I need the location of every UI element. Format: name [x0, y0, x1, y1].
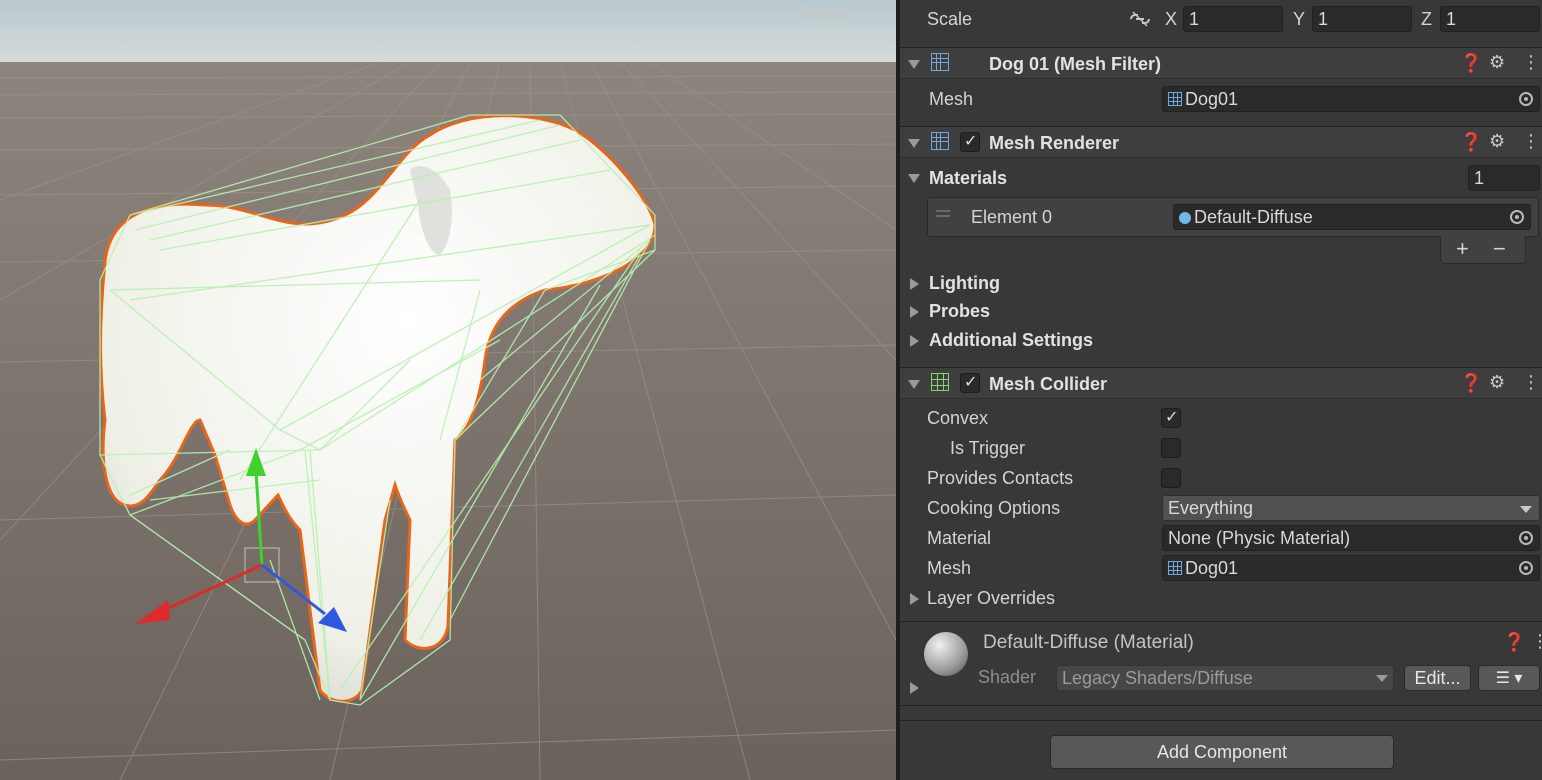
additional-settings-section[interactable]: Additional Settings: [929, 330, 1093, 351]
mesh-collider-foldout[interactable]: [908, 380, 920, 389]
mesh-collider-icon: [931, 373, 952, 395]
material-icon: [1179, 212, 1191, 224]
probes-section[interactable]: Probes: [929, 301, 990, 322]
checkmark-icon: ✓: [1165, 409, 1179, 426]
material-foldout[interactable]: [910, 682, 919, 694]
add-component-button[interactable]: Add Component: [1050, 735, 1394, 769]
scale-z-field[interactable]: 1: [1440, 6, 1540, 32]
cooking-options-dropdown[interactable]: Everything: [1162, 495, 1540, 521]
drag-handle-icon[interactable]: [936, 210, 950, 212]
mesh-collider-enabled-checkbox[interactable]: ✓: [960, 373, 980, 393]
mesh-icon: [1168, 92, 1182, 106]
lighting-section[interactable]: Lighting: [929, 273, 1000, 294]
list-buttons: + −: [1440, 236, 1526, 264]
scale-label: Scale: [927, 9, 973, 29]
edit-shader-button[interactable]: Edit...: [1404, 665, 1471, 691]
list-icon: ☰ ▾: [1495, 670, 1523, 687]
mesh-filter-foldout[interactable]: [908, 60, 920, 69]
section-divider: [900, 720, 1542, 721]
shader-options-button[interactable]: ☰ ▾: [1478, 665, 1540, 691]
mesh-filter-icon: [931, 53, 952, 75]
object-picker-icon[interactable]: [1519, 561, 1533, 575]
is-trigger-label: Is Trigger: [950, 438, 1026, 458]
presets-icon[interactable]: ⚙: [1489, 372, 1505, 393]
element-material-field[interactable]: Default-Diffuse: [1173, 204, 1531, 230]
layer-overrides-section[interactable]: Layer Overrides: [927, 588, 1055, 609]
scale-y-field[interactable]: 1: [1312, 6, 1412, 32]
mesh-filter-mesh-field[interactable]: Dog01: [1162, 86, 1540, 112]
help-icon[interactable]: ❓: [1460, 373, 1482, 394]
layer-overrides-foldout[interactable]: [910, 593, 919, 605]
shader-value: Legacy Shaders/Diffuse: [1062, 668, 1253, 688]
object-picker-icon[interactable]: [1510, 210, 1524, 224]
mesh-collider-header[interactable]: ✓ Mesh Collider ❓ ⚙ ⋮: [900, 367, 1542, 399]
convex-checkbox[interactable]: ✓: [1161, 408, 1181, 428]
mesh-collider-title: Mesh Collider: [989, 374, 1108, 394]
more-menu-icon[interactable]: ⋮: [1522, 372, 1540, 393]
mesh-filter-header[interactable]: Dog 01 (Mesh Filter) ❓ ⚙ ⋮: [900, 47, 1542, 79]
element-material-value: Default-Diffuse: [1194, 207, 1313, 227]
material-title: Default-Diffuse (Material): [983, 632, 1194, 653]
remove-element-button[interactable]: −: [1493, 236, 1506, 262]
unlink-icon[interactable]: [1129, 11, 1151, 27]
scale-x-field[interactable]: 1: [1183, 6, 1283, 32]
mesh-filter-title: Dog 01 (Mesh Filter): [989, 54, 1162, 74]
section-divider: [900, 621, 1542, 622]
material-label: Material: [927, 528, 992, 548]
object-picker-icon[interactable]: [1519, 92, 1533, 106]
provides-contacts-checkbox[interactable]: [1161, 468, 1181, 488]
materials-foldout[interactable]: [908, 174, 920, 183]
object-picker-icon[interactable]: [1519, 531, 1533, 545]
scale-x-label[interactable]: X: [1165, 9, 1177, 30]
material-preview-sphere: [924, 632, 968, 676]
camera-mode-label[interactable]: Persp: [800, 3, 844, 23]
materials-list: Element 0 Default-Diffuse: [927, 197, 1539, 237]
presets-icon[interactable]: ⚙: [1489, 52, 1505, 73]
lighting-foldout[interactable]: [910, 278, 919, 290]
materials-label[interactable]: Materials: [929, 168, 1007, 189]
more-menu-icon[interactable]: ⋮: [1531, 631, 1542, 652]
more-menu-icon[interactable]: ⋮: [1522, 52, 1540, 73]
mesh-renderer-header[interactable]: ✓ Mesh Renderer ❓ ⚙ ⋮: [900, 126, 1542, 158]
materials-count-field[interactable]: 1: [1468, 165, 1540, 191]
additional-settings-foldout[interactable]: [910, 335, 919, 347]
mesh-filter-mesh-value: Dog01: [1185, 89, 1239, 109]
cooking-options-value: Everything: [1168, 498, 1254, 518]
help-icon[interactable]: ❓: [1460, 132, 1482, 153]
dropdown-arrow-icon: [1376, 675, 1388, 682]
element-label: Element 0: [971, 207, 1053, 227]
mesh-icon: [1168, 561, 1182, 575]
inspector-panel: Scale X 1 Y 1 Z 1 Dog 01 (Mesh Filter) ❓…: [900, 0, 1542, 780]
mesh-renderer-title: Mesh Renderer: [989, 133, 1120, 153]
provides-contacts-label: Provides Contacts: [927, 468, 1074, 488]
dropdown-arrow-icon: [1520, 506, 1532, 513]
scene-canvas[interactable]: [0, 0, 896, 780]
more-menu-icon[interactable]: ⋮: [1522, 131, 1540, 152]
add-element-button[interactable]: +: [1456, 236, 1469, 262]
scale-z-label[interactable]: Z: [1421, 9, 1432, 30]
mesh-renderer-icon: [931, 132, 952, 154]
probes-foldout[interactable]: [910, 306, 919, 318]
presets-icon[interactable]: ⚙: [1489, 131, 1505, 152]
mesh-filter-mesh-label: Mesh: [929, 89, 974, 109]
shader-dropdown[interactable]: Legacy Shaders/Diffuse: [1056, 665, 1394, 691]
help-icon[interactable]: ❓: [1503, 632, 1525, 653]
section-divider: [900, 705, 1542, 706]
scene-view[interactable]: Persp: [0, 0, 896, 780]
is-trigger-checkbox[interactable]: [1161, 438, 1181, 458]
cooking-options-label: Cooking Options: [927, 498, 1061, 518]
collider-mesh-field[interactable]: Dog01: [1162, 555, 1540, 581]
scale-y-label[interactable]: Y: [1293, 9, 1305, 30]
mesh-renderer-foldout[interactable]: [908, 139, 920, 148]
shader-label: Shader: [978, 667, 1037, 687]
convex-label: Convex: [927, 408, 989, 428]
physic-material-value: None (Physic Material): [1168, 528, 1351, 548]
collider-mesh-value: Dog01: [1185, 558, 1239, 578]
collider-mesh-label: Mesh: [927, 558, 972, 578]
mesh-renderer-enabled-checkbox[interactable]: ✓: [960, 132, 980, 152]
physic-material-field[interactable]: None (Physic Material): [1162, 525, 1540, 551]
help-icon[interactable]: ❓: [1460, 53, 1482, 74]
